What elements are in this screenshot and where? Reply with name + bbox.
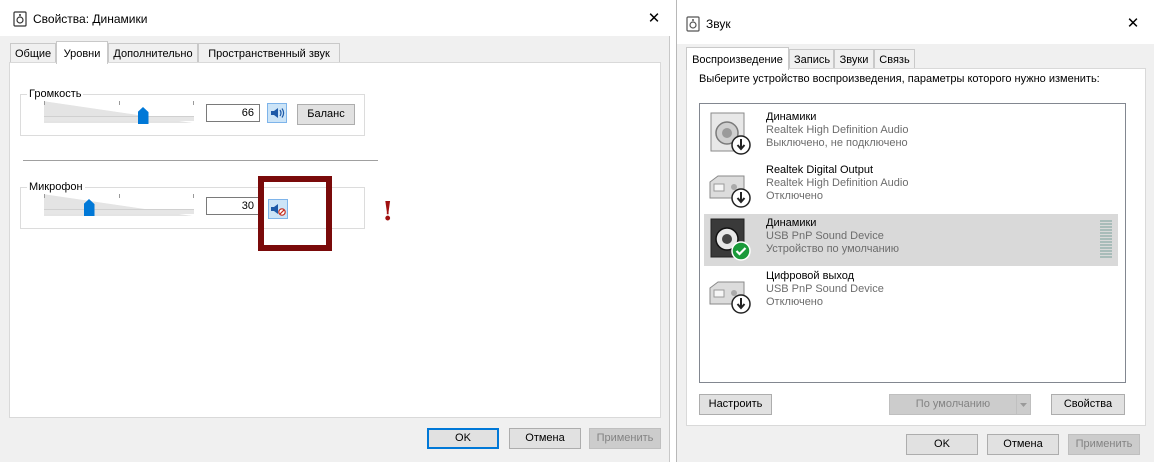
device-driver: USB PnP Sound Device [766,283,884,295]
properties-button[interactable]: Свойства [1051,394,1125,415]
set-default-label: По умолчанию [915,398,991,410]
digital-output-icon [709,175,751,208]
playback-panel: Выберите устройство воспроизведения, пар… [686,68,1146,426]
volume-level-meter [1100,220,1112,259]
balance-button[interactable]: Баланс [297,104,355,125]
speaker-device-icon [710,112,751,155]
levels-panel: Громкость 66 Баланс Микрофон 30 [9,62,661,418]
speaker-app-icon [13,11,27,27]
device-name: Динамики [766,111,817,123]
cancel-button[interactable]: Отмена [509,428,581,449]
close-icon[interactable]: ✕ [1121,14,1145,32]
tab-levels[interactable]: Уровни [56,41,108,64]
apply-button[interactable]: Применить [1068,434,1140,455]
device-driver: Realtek High Definition Audio [766,177,909,189]
set-default-split-button[interactable]: По умолчанию [889,394,1031,415]
cancel-button[interactable]: Отмена [987,434,1059,455]
configure-button[interactable]: Настроить [699,394,772,415]
volume-mute-button[interactable] [267,103,287,123]
device-status: Отключено [766,296,823,308]
annotation-highlight-box [258,176,332,251]
sound-app-icon [686,16,700,32]
list-item[interactable]: Realtek Digital Output Realtek High Defi… [704,161,1118,213]
microphone-value-field[interactable]: 30 [206,197,260,215]
tab-general[interactable]: Общие [10,43,56,63]
apply-button[interactable]: Применить [589,428,661,449]
device-list: Динамики Realtek High Definition Audio В… [699,103,1126,383]
list-item[interactable]: Динамики USB PnP Sound Device Устройство… [704,214,1118,266]
volume-label: Громкость [27,88,84,100]
device-driver: Realtek High Definition Audio [766,124,909,136]
speaker-icon [271,108,285,118]
microphone-slider[interactable] [44,194,194,216]
title-bar: Звук ✕ [677,0,1154,44]
sound-window: Звук ✕ Воспроизведение Запись Звуки Связ… [676,0,1154,462]
tab-communications[interactable]: Связь [874,49,915,69]
separator [23,160,378,161]
device-status: Устройство по умолчанию [766,243,900,255]
digital-output-icon [709,281,751,314]
speakers-properties-window: Свойства: Динамики ✕ Общие Уровни Дополн… [0,0,670,462]
chevron-down-icon[interactable] [1016,395,1030,414]
tab-playback[interactable]: Воспроизведение [686,47,789,70]
annotation-exclamation: ! [382,197,394,227]
tab-sounds[interactable]: Звуки [834,49,874,69]
window-title: Звук [706,17,731,31]
title-bar: Свойства: Динамики ✕ [0,0,670,36]
volume-value-field[interactable]: 66 [206,104,260,122]
tab-recording[interactable]: Запись [789,49,834,69]
ok-button[interactable]: OK [427,428,499,449]
volume-slider[interactable] [44,101,194,123]
close-icon[interactable]: ✕ [642,9,666,27]
list-item[interactable]: Цифровой выход USB PnP Sound Device Откл… [704,267,1118,319]
device-status: Выключено, не подключено [766,137,908,149]
device-name: Динамики [766,217,817,229]
device-name: Realtek Digital Output [766,164,873,176]
tab-spatial-sound[interactable]: Пространственный звук [198,43,340,63]
speaker-device-icon [710,218,751,261]
tab-advanced[interactable]: Дополнительно [108,43,198,63]
instruction-text: Выберите устройство воспроизведения, пар… [699,73,1100,85]
device-driver: USB PnP Sound Device [766,230,884,242]
window-title: Свойства: Динамики [33,12,148,26]
microphone-label: Микрофон [27,181,85,193]
device-status: Отключено [766,190,823,202]
ok-button[interactable]: OK [906,434,978,455]
list-item[interactable]: Динамики Realtek High Definition Audio В… [704,108,1118,160]
device-name: Цифровой выход [766,270,855,282]
